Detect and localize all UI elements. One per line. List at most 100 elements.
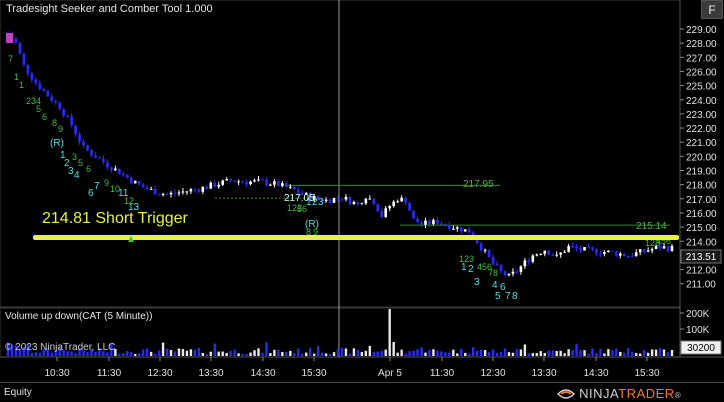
setup-count-label: 7 [8,54,13,64]
volume-bar [289,350,292,356]
candle-body [344,196,348,200]
f-button[interactable]: F [701,0,723,19]
volume-bar [217,351,220,356]
candle-body [491,256,495,264]
candle-body [18,42,22,54]
volume-bar [38,352,42,356]
candle-body [611,250,614,252]
volume-bar [138,353,141,356]
volume-bar [483,350,487,356]
time-tick-label: 10:30 [44,368,69,379]
time-tick-label: 15:30 [301,368,326,379]
volume-bar [245,353,248,356]
candle-body [396,201,399,203]
candle-body [384,208,388,217]
volume-bar [583,350,586,356]
logo-text-left: NINJA [579,386,619,402]
volume-bar [332,352,336,356]
candle-body [257,179,260,181]
volume-bar [654,349,658,356]
volume-bar [233,349,236,356]
candle-body [78,134,81,142]
candle-body [483,249,487,251]
volume-bar [479,349,483,356]
volume-bar [440,351,443,356]
volume-bar [261,352,264,356]
volume-bar [308,348,312,356]
setup-count-label: 5 [78,158,83,168]
volume-bar [444,352,447,356]
volume-bar [130,352,133,356]
equity-tab[interactable]: Equity [4,387,32,398]
volume-bar [420,347,423,356]
volume-bar [412,351,415,356]
setup-count-label: 10 [110,184,120,194]
candle-body [261,179,264,181]
volume-bar [495,352,499,356]
candle-body [487,249,491,257]
candle-body [145,187,149,190]
volume-bar [30,352,34,356]
volume-bar [575,343,578,356]
candle-body [157,194,161,196]
volume-bar [452,349,455,356]
candle-body [416,218,419,223]
candle-body [448,225,451,229]
price-tick-label: 225.00 [686,82,717,93]
candle-body [133,180,137,184]
candle-body [26,64,30,74]
candle-body [539,253,543,255]
price-chart[interactable]: 229.00 228.00 227.00 226.00 225.00 224.00 223.… [0,0,724,401]
candle-body [591,247,594,249]
volume-bar [531,353,535,356]
candle-body [527,260,531,262]
candle-body [495,263,499,266]
candle-body [149,188,153,190]
candle-body [340,198,344,200]
candle-body [217,184,221,187]
candle-body [225,178,228,181]
candle-body [412,210,415,219]
candle-body [400,197,403,202]
candle-body [599,253,602,255]
volume-bar [448,352,451,356]
price-tick-label: 218.00 [686,181,717,192]
volume-bar [388,309,391,356]
setup-count-label: 6 [42,112,47,122]
sequential-count-label: (R) [50,138,64,149]
candle-body [82,141,85,146]
candle-body [372,198,376,205]
candle-body [650,248,654,251]
candle-body [285,183,288,188]
candle-body [141,184,145,188]
volume-bar [404,353,407,356]
volume-bar [74,353,77,356]
volume-bar [153,353,157,356]
volume-bar [599,349,602,356]
candle-body [62,109,65,116]
candle-body [50,96,54,101]
candle-body [368,198,372,200]
candle-body [432,219,435,225]
volume-bar [352,348,356,356]
time-tick-label: 12:30 [147,368,172,379]
volume-bar [468,353,471,356]
price-panel[interactable] [0,0,681,308]
volume-bar [209,351,212,356]
volume-bar [356,349,360,356]
volume-bar [631,351,634,356]
time-tick-label: 14:30 [250,368,275,379]
candle-body [519,266,523,272]
candle-body [58,102,61,110]
volume-bar [499,351,503,356]
candle-body [38,83,42,90]
candle-body [273,181,276,185]
candle-body [356,201,360,204]
logo-text-right: TRADER [618,386,675,402]
price-tick-label: 229.00 [686,25,717,36]
candle-body [511,271,515,274]
setup-count-label: 3 [72,152,77,162]
sequential-count-label: 2 [468,264,474,275]
candle-body [189,189,193,192]
candle-body [42,89,46,91]
